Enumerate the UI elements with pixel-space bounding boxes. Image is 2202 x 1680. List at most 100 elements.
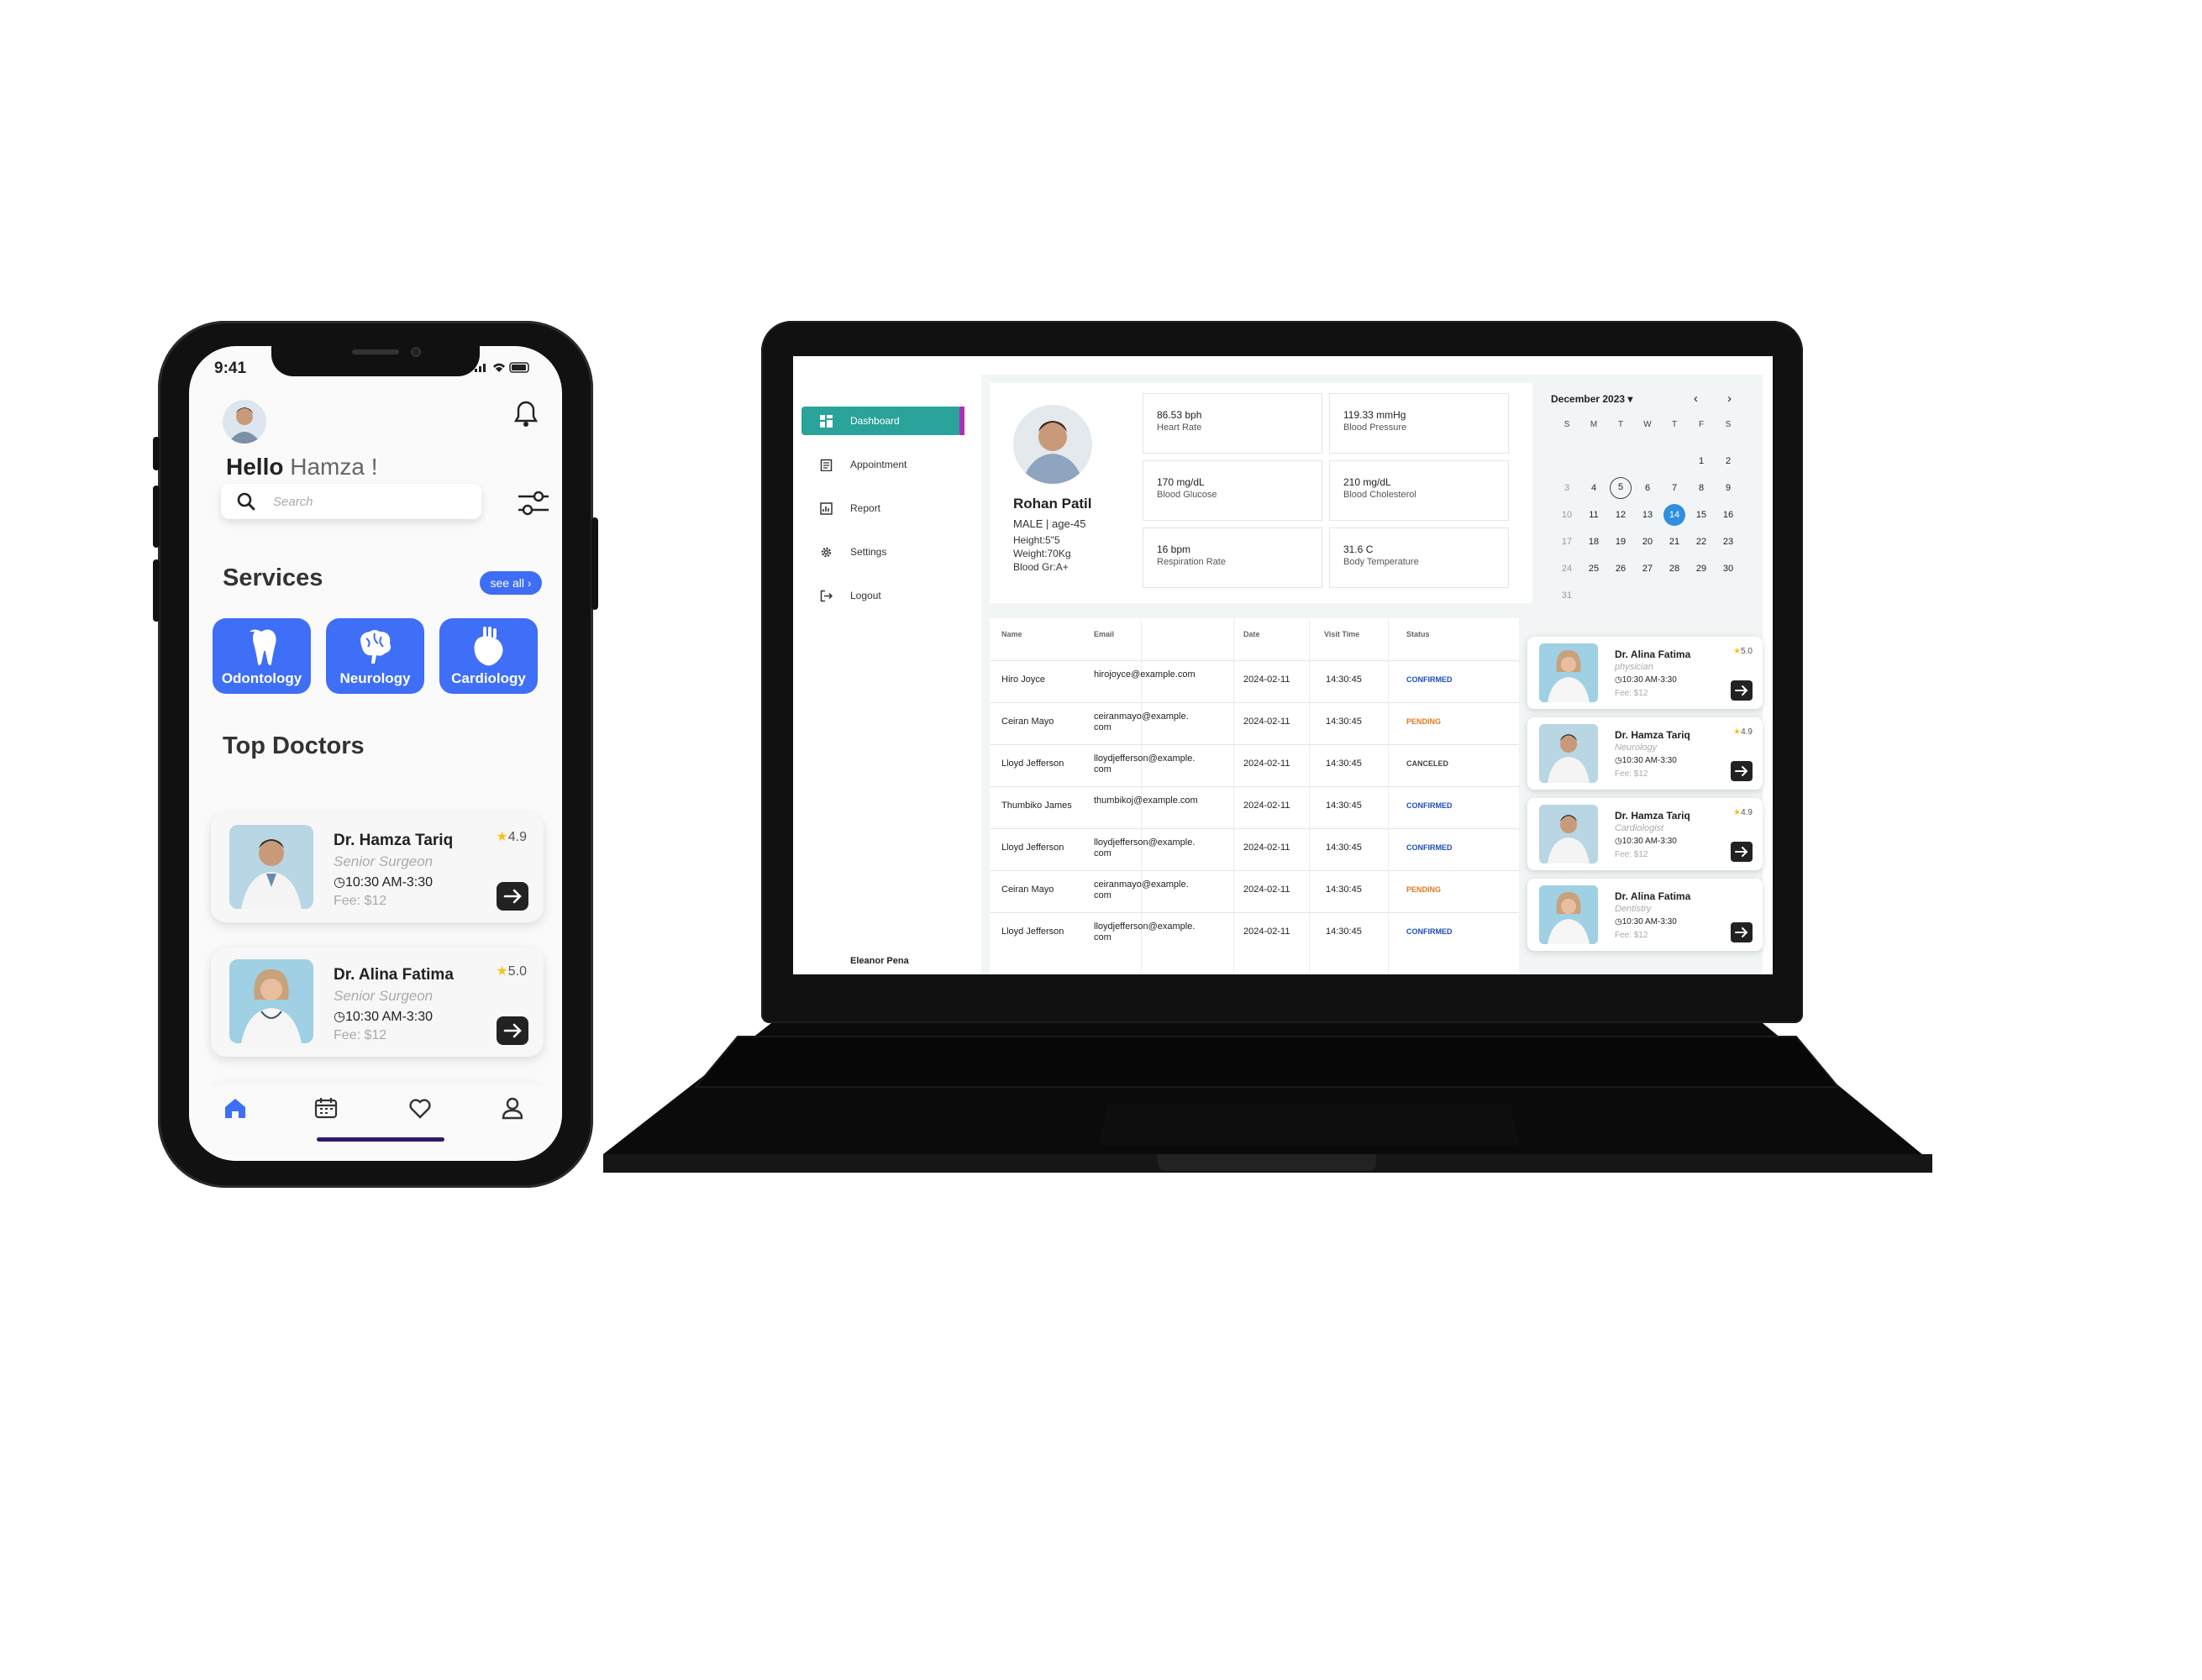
brain-icon [360, 630, 392, 664]
doctor-photo [1539, 805, 1598, 864]
gear-icon [821, 547, 832, 558]
heart-icon[interactable] [407, 1095, 433, 1121]
arrow-right-icon[interactable] [1731, 842, 1753, 862]
calendar-icon[interactable] [313, 1095, 339, 1121]
see-all-label: see all [490, 576, 524, 590]
service-cardiology[interactable]: Cardiology [439, 618, 538, 694]
service-label: Cardiology [451, 670, 526, 686]
star-icon: ★ [496, 830, 508, 844]
status-time: 9:41 [214, 360, 247, 377]
service-neurology[interactable]: Neurology [326, 618, 424, 694]
doctor-rating-value: 4.9 [1741, 808, 1753, 817]
arrow-right-icon[interactable] [1731, 761, 1753, 781]
arrow-right-icon[interactable] [497, 1016, 528, 1045]
star-icon: ★ [1733, 808, 1742, 817]
doctor-hours: ◷10:30 AM-3:30 [1615, 917, 1677, 927]
grid-icon [820, 415, 833, 428]
doctor-hours: ◷10:30 AM-3:30 [1615, 837, 1677, 846]
filter-icon[interactable] [517, 489, 550, 517]
doctor-card[interactable]: Dr. Hamza Tariq Senior Surgeon ◷10:30 AM… [211, 813, 544, 922]
greeting-word: Hello [226, 454, 284, 480]
bottom-nav [189, 1085, 562, 1161]
sidebar-item-label: Report [850, 502, 881, 514]
doctor-name: Dr. Alina Fatima [1615, 890, 1691, 902]
doctor-role: Cardiologist [1615, 823, 1664, 833]
doctor-name: Dr. Hamza Tariq [1615, 810, 1690, 822]
doctor-card[interactable]: Dr. Hamza Tariq Neurology ◷10:30 AM-3:30 Fe… [1527, 717, 1763, 790]
sidebar-item-dashboard[interactable]: Dashboard [801, 407, 961, 435]
search-icon [237, 492, 255, 511]
bell-icon[interactable] [513, 400, 539, 428]
doctor-photo [229, 959, 313, 1043]
doctor-rating: ★5.0 [1733, 647, 1753, 656]
sidebar-item-settings[interactable]: Settings [801, 538, 961, 566]
doctor-rating-value: 4.9 [1741, 727, 1753, 737]
doctor-fee: Fee: $12 [1615, 769, 1648, 779]
see-all-button[interactable]: see all › [480, 571, 542, 595]
doctor-card[interactable]: Dr. Alina Fatima Dentistry ◷10:30 AM-3:30 F… [1527, 879, 1763, 951]
service-odontology[interactable]: Odontology [213, 618, 311, 694]
doctor-fee: Fee: $12 [334, 1028, 387, 1042]
doctor-card[interactable]: Dr. Hamza Tariq Cardiologist ◷10:30 AM-3:3… [1527, 798, 1763, 870]
doctor-rating: ★4.9 [496, 828, 527, 845]
dashboard-main: Rohan Patil MALE | age-45 Height:5"5 Wei… [981, 375, 1763, 974]
doctor-role: Senior Surgeon [334, 988, 434, 1004]
sidebar-user-name: Eleanor Pena [850, 956, 909, 966]
doctor-photo [1539, 643, 1598, 702]
tooth-icon [250, 629, 276, 665]
doctor-photo [1539, 724, 1598, 783]
doctor-hours: ◷10:30 AM-3:30 [334, 1010, 434, 1024]
doctor-rating: ★5.0 [496, 963, 527, 979]
doctor-fee: Fee: $12 [1615, 689, 1648, 698]
doctor-rating: ★4.9 [1733, 727, 1753, 737]
doctor-role: Senior Surgeon [334, 853, 434, 869]
arrow-right-icon[interactable] [1731, 922, 1753, 942]
sidebar-item-appointment[interactable]: Appointment [801, 450, 961, 479]
doctor-card[interactable]: Dr. Alina Fatima physician ◷10:30 AM-3:30 F… [1527, 637, 1763, 709]
search-input[interactable]: Search [221, 484, 481, 519]
sidebar-item-logout[interactable]: Logout [801, 581, 961, 610]
doctor-hours-text: 10:30 AM-3:30 [1621, 837, 1677, 846]
star-icon: ★ [496, 964, 508, 979]
phone-screen: 9:41 Hello Hamza ! Search Services see a… [189, 346, 562, 1161]
doctor-card[interactable]: Dr. Alina Fatima Senior Surgeon ◷10:30 A… [211, 948, 544, 1057]
doctor-hours-text: 10:30 AM-3:30 [1621, 917, 1677, 927]
sidebar-item-report[interactable]: Report [801, 494, 961, 522]
doctor-rating-value: 5.0 [1741, 647, 1753, 656]
doctor-role: Dentistry [1615, 904, 1652, 914]
active-indicator [959, 407, 964, 435]
doctor-rating: ★4.9 [1733, 808, 1753, 817]
user-avatar[interactable] [223, 400, 266, 444]
laptop-screen: Dashboard Appointment Report Settings Lo… [793, 356, 1773, 974]
laptop-keyboard-base [603, 1023, 1932, 1173]
doctor-list: Dr. Alina Fatima physician ◷10:30 AM-3:30 F… [981, 375, 1763, 974]
laptop-lid: Dashboard Appointment Report Settings Lo… [761, 321, 1803, 1023]
user-icon[interactable] [500, 1095, 525, 1121]
phone-mute-switch [153, 437, 160, 470]
doctor-hours-text: 10:30 AM-3:30 [1621, 756, 1677, 765]
phone-volume-up [153, 486, 160, 548]
doctor-hours-text: 10:30 AM-3:30 [344, 1010, 434, 1024]
home-indicator [317, 1137, 444, 1142]
doctor-photo [229, 825, 313, 909]
sidebar-item-label: Dashboard [850, 415, 900, 427]
top-doctors-title: Top Doctors [223, 732, 365, 759]
doctor-fee: Fee: $12 [334, 894, 387, 908]
arrow-right-icon[interactable] [497, 882, 528, 911]
greeting: Hello Hamza ! [226, 454, 378, 480]
home-icon[interactable] [223, 1095, 248, 1121]
doctor-hours: ◷10:30 AM-3:30 [1615, 756, 1677, 765]
doctor-rating-value: 4.9 [507, 830, 527, 844]
doctor-fee: Fee: $12 [1615, 931, 1648, 940]
chart-icon [820, 502, 833, 515]
user-name: Hamza ! [290, 454, 378, 480]
sidebar-item-label: Logout [850, 590, 881, 601]
arrow-right-icon[interactable] [1731, 680, 1753, 701]
sidebar-item-label: Appointment [850, 459, 907, 470]
phone-device: 9:41 Hello Hamza ! Search Services see a… [153, 321, 598, 1188]
doctor-fee: Fee: $12 [1615, 850, 1648, 859]
service-label: Neurology [339, 670, 411, 686]
sidebar: Dashboard Appointment Report Settings Lo… [793, 356, 965, 974]
phone-volume-down [153, 559, 160, 622]
doctor-name: Dr. Alina Fatima [334, 966, 454, 984]
